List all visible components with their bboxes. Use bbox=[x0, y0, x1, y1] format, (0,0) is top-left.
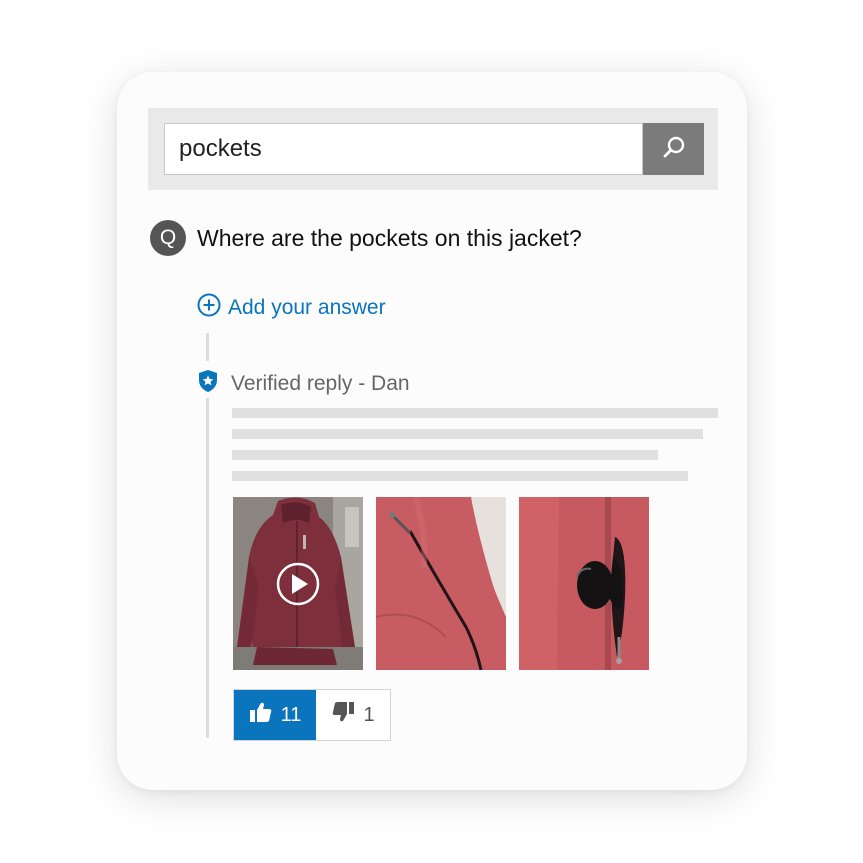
search-input[interactable] bbox=[164, 123, 643, 175]
vote-controls: 11 1 bbox=[233, 689, 391, 741]
verified-reply-label: Verified reply - Dan bbox=[231, 371, 410, 395]
search-bar bbox=[148, 108, 718, 190]
reply-photos bbox=[233, 497, 649, 670]
photo-jacket-video[interactable] bbox=[233, 497, 363, 670]
reply-text-placeholder-line bbox=[232, 450, 658, 460]
question-badge: Q bbox=[150, 220, 186, 256]
vote-down-count: 1 bbox=[363, 703, 375, 726]
photo-jacket-pocket-sunglasses[interactable] bbox=[519, 497, 649, 670]
vote-up-count: 11 bbox=[280, 703, 302, 726]
question-row: Q Where are the pockets on this jacket? bbox=[150, 220, 582, 256]
plus-circle-icon bbox=[197, 293, 228, 323]
reply-text-placeholder-line bbox=[232, 429, 703, 439]
add-answer-label: Add your answer bbox=[228, 296, 386, 319]
reply-text-placeholder-line bbox=[232, 471, 688, 481]
qa-card: Q Where are the pockets on this jacket? … bbox=[117, 72, 747, 790]
vote-down-button[interactable]: 1 bbox=[316, 690, 390, 740]
vote-up-button[interactable]: 11 bbox=[234, 690, 316, 740]
thumbs-down-icon bbox=[331, 700, 363, 730]
photo-jacket-zipper[interactable] bbox=[376, 497, 506, 670]
verified-shield-icon bbox=[197, 369, 231, 398]
add-answer-link[interactable]: Add your answer bbox=[197, 293, 386, 323]
verified-reply-header: Verified reply - Dan bbox=[197, 369, 410, 398]
search-button[interactable] bbox=[643, 123, 704, 175]
thread-line-top bbox=[206, 333, 209, 361]
thread-line-main bbox=[206, 398, 209, 738]
search-icon bbox=[661, 134, 687, 165]
thumbs-up-icon bbox=[249, 700, 281, 730]
question-text: Where are the pockets on this jacket? bbox=[197, 224, 582, 251]
reply-text-placeholder-line bbox=[232, 408, 718, 418]
